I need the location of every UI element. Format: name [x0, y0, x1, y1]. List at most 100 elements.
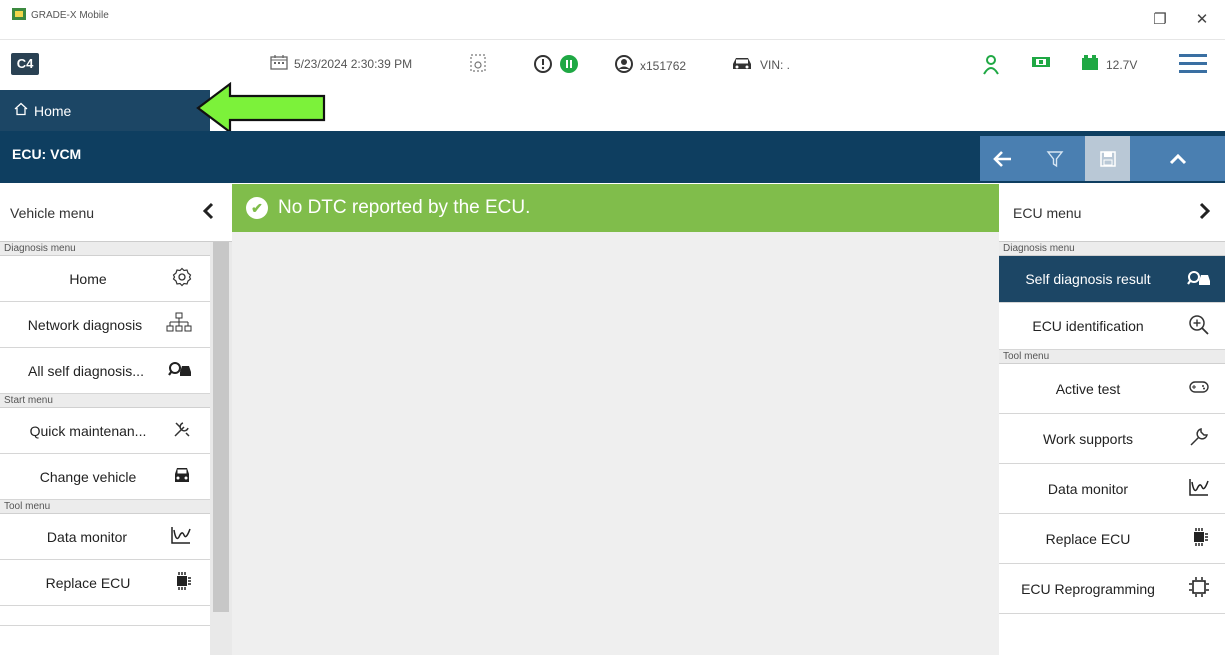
- app-title: GRADE-X Mobile: [12, 8, 109, 23]
- menu-item-label: All self diagnosis...: [28, 362, 144, 379]
- ecu-menu-title: ECU menu: [1013, 204, 1082, 221]
- restore-button[interactable]: ❐: [1148, 9, 1172, 31]
- screenshot-button[interactable]: [470, 54, 486, 75]
- gamepad-icon: [1187, 379, 1211, 398]
- banner-text: No DTC reported by the ECU.: [278, 197, 531, 218]
- car-search-icon: [168, 360, 192, 381]
- ecu-menu-header[interactable]: ECU menu: [999, 184, 1225, 242]
- car-icon: [730, 54, 754, 75]
- ecu-menu-panel: ECU menu Diagnosis menu Self diagnosis r…: [999, 184, 1225, 655]
- vin-display: VIN: .: [730, 54, 790, 75]
- menu-item-label: Active test: [1055, 380, 1121, 397]
- save-icon: [1099, 150, 1116, 167]
- menu-item-ecu-identification[interactable]: ECU identification: [999, 303, 1225, 350]
- menu-item-partial: [0, 606, 210, 626]
- menu-item-label: Work supports: [1043, 430, 1133, 447]
- menu-item-label: Home: [69, 270, 107, 287]
- status-banner: ✔ No DTC reported by the ECU.: [232, 184, 999, 232]
- chip-icon: [172, 571, 192, 594]
- chevron-right-icon[interactable]: [1199, 202, 1211, 223]
- camera-icon: [470, 54, 486, 75]
- menu-item-active-test[interactable]: Active test: [999, 364, 1225, 414]
- chip-icon: [1187, 527, 1211, 550]
- home-tab-label: Home: [34, 102, 72, 119]
- app-title-text: GRADE-X Mobile: [31, 10, 109, 21]
- waveform-icon: [170, 525, 192, 548]
- chip-outline-icon: [1187, 576, 1211, 601]
- calendar-icon: [270, 54, 288, 73]
- battery-icon: [1080, 54, 1100, 75]
- network-icon: [166, 312, 192, 337]
- waveform-icon: [1187, 477, 1211, 500]
- menu-item-label: Data monitor: [1047, 480, 1129, 497]
- menu-item-replace-ecu[interactable]: Replace ECU: [0, 560, 210, 606]
- datetime-text: 5/23/2024 2:30:39 PM: [294, 56, 413, 71]
- section-label-tool-right: Tool menu: [999, 350, 1225, 364]
- top-toolbar: C4 5/23/2024 2:30:39 PM x151762 VIN: . 1…: [0, 40, 1225, 90]
- connection-icon: [980, 54, 1002, 76]
- menu-item-label: Self diagnosis result: [1025, 271, 1151, 287]
- ecu-header-bar: ECU: VCM: [0, 131, 1225, 183]
- chevron-left-icon[interactable]: [202, 200, 214, 226]
- save-button[interactable]: [1085, 136, 1130, 181]
- menu-item-label: Replace ECU: [45, 574, 131, 591]
- section-label-start: Start menu: [0, 394, 210, 408]
- menu-item-label: Replace ECU: [1045, 530, 1131, 547]
- menu-item-label: Data monitor: [46, 528, 128, 545]
- home-tab[interactable]: Home: [0, 90, 210, 131]
- menu-item-label: Quick maintenan...: [29, 422, 147, 439]
- collapse-button[interactable]: [1150, 136, 1205, 181]
- hamburger-menu-button[interactable]: [1178, 52, 1208, 74]
- menu-item-work-supports[interactable]: Work supports: [999, 414, 1225, 464]
- ecu-toolbar: [980, 136, 1225, 181]
- title-bar: GRADE-X Mobile ❐ ✕: [0, 0, 1225, 40]
- zoom-in-icon: [1187, 314, 1211, 339]
- chevron-up-icon: [1169, 153, 1186, 164]
- menu-item-data-monitor-right[interactable]: Data monitor: [999, 464, 1225, 514]
- menu-item-all-self-diagnosis[interactable]: All self diagnosis...: [0, 348, 210, 394]
- close-button[interactable]: ✕: [1190, 9, 1214, 31]
- menu-item-self-diagnosis-result[interactable]: Self diagnosis result: [999, 256, 1225, 303]
- menu-item-label: ECU Reprogramming: [1021, 580, 1155, 597]
- menu-item-replace-ecu-right[interactable]: Replace ECU: [999, 514, 1225, 564]
- left-scrollbar-thumb[interactable]: [213, 242, 229, 612]
- section-label-diagnosis-right: Diagnosis menu: [999, 242, 1225, 256]
- filter-button[interactable]: [1025, 136, 1085, 181]
- ecu-title: ECU: VCM: [12, 146, 82, 162]
- back-button[interactable]: [980, 136, 1025, 181]
- vehicle-menu-header[interactable]: Vehicle menu: [0, 184, 232, 242]
- main-content: ✔ No DTC reported by the ECU.: [232, 184, 999, 655]
- menu-item-change-vehicle[interactable]: Change vehicle: [0, 454, 210, 500]
- vehicle-menu-list: Diagnosis menu Home Network diagnosis Al…: [0, 242, 210, 626]
- battery-display: 12.7V: [1080, 54, 1137, 75]
- c4-logo: C4: [11, 53, 39, 75]
- menu-item-label: Network diagnosis: [27, 316, 143, 333]
- back-arrow-icon: [992, 150, 1011, 167]
- app-icon: [12, 8, 26, 23]
- vehicle-menu-panel: Vehicle menu Diagnosis menu Home Network…: [0, 184, 232, 655]
- menu-item-home[interactable]: Home: [0, 256, 210, 302]
- gear-icon: [172, 267, 192, 290]
- hamburger-icon: [1179, 54, 1207, 73]
- menu-item-label: ECU identification: [1032, 318, 1144, 334]
- car-front-icon: [172, 465, 192, 488]
- info-circle-icon: [533, 54, 553, 77]
- menu-item-ecu-reprogramming[interactable]: ECU Reprogramming: [999, 564, 1225, 614]
- vin-text: VIN: .: [760, 57, 791, 72]
- menu-item-data-monitor[interactable]: Data monitor: [0, 514, 210, 560]
- menu-item-label: Change vehicle: [39, 468, 137, 485]
- status-indicators: [533, 54, 579, 77]
- user-display: x151762: [614, 54, 686, 77]
- home-icon: [14, 102, 28, 119]
- pause-icon[interactable]: [559, 54, 579, 77]
- datetime-display: 5/23/2024 2:30:39 PM: [270, 54, 412, 73]
- menu-item-quick-maintenance[interactable]: Quick maintenan...: [0, 408, 210, 454]
- vehicle-menu-title: Vehicle menu: [10, 204, 95, 221]
- section-label-tool: Tool menu: [0, 500, 210, 514]
- wrench-icon: [1187, 426, 1211, 451]
- check-circle-icon: ✔: [246, 197, 268, 219]
- section-label-diagnosis: Diagnosis menu: [0, 242, 210, 256]
- menu-item-network-diagnosis[interactable]: Network diagnosis: [0, 302, 210, 348]
- vi-status-icon: [1030, 54, 1052, 70]
